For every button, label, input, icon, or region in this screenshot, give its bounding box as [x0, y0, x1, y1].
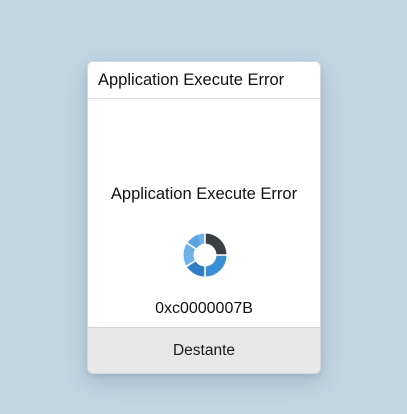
error-message: Application Execute Error — [110, 185, 298, 203]
error-code: 0xc0000007B — [155, 300, 253, 317]
destante-button[interactable]: Destante — [88, 327, 320, 373]
loading-spinner-icon — [183, 233, 227, 277]
dialog-title: Application Execute Error — [98, 71, 285, 89]
dialog-titlebar: Application Execute Error — [88, 62, 320, 99]
error-dialog: Application Execute Error Application Ex… — [87, 61, 321, 374]
